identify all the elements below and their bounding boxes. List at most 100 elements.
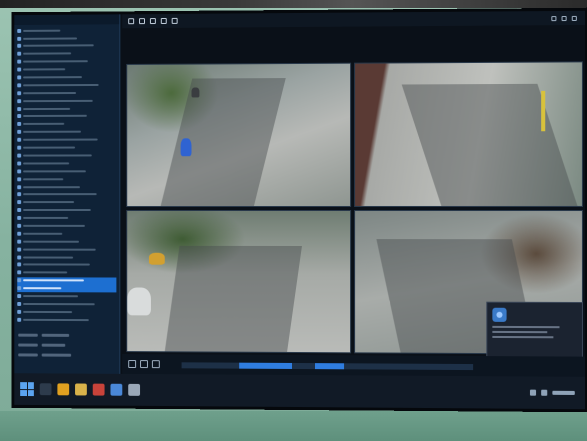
device-tree-item-label bbox=[23, 279, 84, 282]
close-icon[interactable] bbox=[571, 15, 577, 21]
device-tree-item[interactable] bbox=[17, 284, 117, 293]
app-icon[interactable] bbox=[128, 383, 141, 396]
camera-view-3[interactable] bbox=[126, 209, 352, 354]
device-tree-item[interactable] bbox=[17, 159, 116, 167]
camera-view-2[interactable] bbox=[354, 61, 583, 207]
taskbar bbox=[14, 373, 586, 410]
device-tree-item[interactable] bbox=[17, 214, 116, 221]
camera-node-icon bbox=[17, 309, 22, 314]
monitor-screen bbox=[11, 7, 587, 413]
device-tree-item[interactable] bbox=[17, 34, 116, 42]
device-tree-item[interactable] bbox=[17, 191, 116, 198]
device-tree-item-label bbox=[23, 115, 87, 118]
device-tree-item[interactable] bbox=[17, 246, 116, 253]
camera-node-icon bbox=[17, 169, 22, 174]
device-tree-item-label bbox=[23, 256, 74, 259]
device-tree-item[interactable] bbox=[17, 128, 116, 136]
device-tree-item[interactable] bbox=[17, 261, 116, 269]
device-tree-item[interactable] bbox=[17, 105, 116, 113]
device-tree-item-label bbox=[23, 302, 95, 306]
device-tree-item[interactable] bbox=[17, 316, 116, 324]
device-tree-item[interactable] bbox=[17, 42, 116, 50]
camera-node-icon bbox=[17, 153, 22, 158]
search-icon[interactable] bbox=[39, 383, 52, 396]
device-tree-item[interactable] bbox=[17, 144, 116, 152]
device-tree-item[interactable] bbox=[17, 58, 116, 66]
camera-node-icon bbox=[17, 44, 22, 49]
device-tree-item[interactable] bbox=[17, 89, 116, 97]
layout-icon[interactable] bbox=[128, 18, 135, 25]
device-tree-item-label bbox=[23, 224, 85, 227]
camera-node-icon bbox=[17, 208, 22, 213]
camera-node-icon bbox=[17, 192, 22, 197]
app-icon[interactable] bbox=[110, 383, 123, 396]
device-tree-item[interactable] bbox=[17, 73, 116, 81]
split-screen-icon[interactable] bbox=[139, 18, 145, 25]
device-tree-item[interactable] bbox=[17, 152, 116, 160]
device-tree-item-label bbox=[23, 162, 70, 165]
device-tree-item-label bbox=[23, 99, 93, 102]
camera-node-icon bbox=[17, 255, 22, 259]
device-tree-item-label bbox=[23, 216, 69, 219]
device-tree-item[interactable] bbox=[17, 238, 116, 245]
camera-node-icon bbox=[17, 137, 22, 142]
maximize-icon[interactable] bbox=[561, 15, 567, 21]
device-tree-item[interactable] bbox=[17, 65, 116, 73]
pause-icon[interactable] bbox=[140, 360, 148, 369]
device-tree-item[interactable] bbox=[17, 276, 117, 285]
notification-body bbox=[492, 325, 576, 339]
timeline-track[interactable] bbox=[181, 362, 474, 371]
device-tree-item-label bbox=[23, 310, 73, 313]
record-icon[interactable] bbox=[171, 17, 178, 24]
device-tree-panel bbox=[14, 14, 121, 378]
device-tree-item[interactable] bbox=[17, 230, 116, 237]
camera-node-icon bbox=[17, 176, 22, 181]
network-icon[interactable] bbox=[529, 389, 537, 396]
stop-icon[interactable] bbox=[151, 360, 160, 369]
device-tree-item[interactable] bbox=[17, 112, 116, 120]
device-tree-item[interactable] bbox=[17, 167, 116, 174]
device-tree-item[interactable] bbox=[17, 81, 116, 89]
device-tree-item[interactable] bbox=[17, 222, 116, 229]
device-tree-item[interactable] bbox=[17, 50, 116, 58]
minimize-icon[interactable] bbox=[551, 15, 557, 21]
parked-car bbox=[127, 287, 151, 316]
device-tree-item[interactable] bbox=[17, 308, 116, 316]
device-tree-item[interactable] bbox=[17, 253, 116, 261]
device-tree-item-label bbox=[23, 209, 91, 212]
clock[interactable] bbox=[552, 390, 575, 395]
device-tree-item[interactable] bbox=[17, 199, 116, 206]
camera-node-icon bbox=[17, 67, 22, 72]
device-tree-item-label bbox=[23, 138, 98, 141]
device-tree-item[interactable] bbox=[17, 120, 116, 128]
device-tree-item[interactable] bbox=[17, 97, 116, 105]
app-icon[interactable] bbox=[92, 383, 105, 396]
vehicle bbox=[149, 252, 166, 265]
browser-icon[interactable] bbox=[57, 383, 70, 396]
snapshot-icon[interactable] bbox=[160, 17, 167, 24]
rider-in-raincoat bbox=[180, 137, 192, 156]
camera-node-icon bbox=[17, 98, 22, 103]
device-tree-item[interactable] bbox=[17, 136, 116, 144]
device-tree-item[interactable] bbox=[17, 292, 116, 300]
folder-icon[interactable] bbox=[75, 383, 87, 396]
motorbike bbox=[191, 87, 200, 98]
device-tree-item[interactable] bbox=[17, 207, 116, 214]
device-tree-item[interactable] bbox=[17, 175, 116, 182]
play-icon[interactable] bbox=[128, 360, 137, 369]
camera-node-icon bbox=[17, 184, 22, 189]
video-toolbar bbox=[122, 10, 586, 29]
device-tree-item[interactable] bbox=[17, 269, 116, 277]
device-tree-item-label bbox=[23, 271, 68, 274]
camera-view-1[interactable] bbox=[126, 62, 352, 207]
camera-node-icon bbox=[17, 239, 22, 244]
device-tree-item-label bbox=[23, 240, 79, 243]
device-tree-item[interactable] bbox=[17, 300, 116, 308]
camera-node-icon bbox=[17, 91, 22, 96]
volume-icon[interactable] bbox=[541, 389, 548, 396]
start-icon[interactable] bbox=[20, 382, 34, 397]
device-tree-item[interactable] bbox=[17, 183, 116, 190]
device-tree-item-label bbox=[23, 29, 61, 32]
fullscreen-icon[interactable] bbox=[149, 18, 156, 25]
device-tree-item[interactable] bbox=[17, 26, 116, 34]
